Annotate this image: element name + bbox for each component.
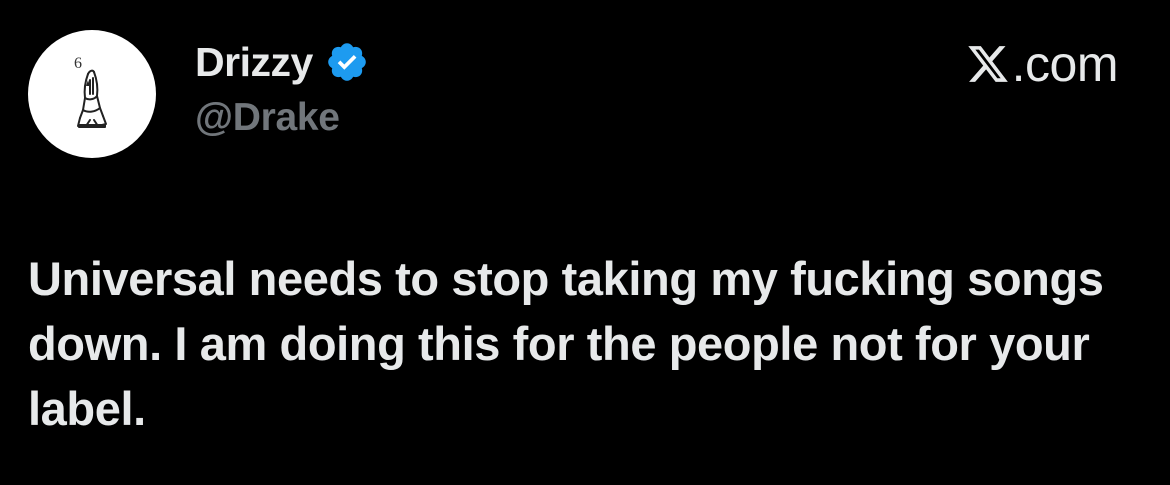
avatar-number: 6	[74, 55, 82, 72]
avatar[interactable]: 6	[28, 30, 156, 158]
verified-badge-icon[interactable]	[325, 40, 369, 84]
author-handle[interactable]: @Drake	[195, 96, 340, 140]
site-domain-text: .com	[1011, 36, 1119, 92]
display-name[interactable]: Drizzy	[195, 39, 313, 86]
site-label: .com	[966, 36, 1119, 92]
praying-hands-icon: 6	[74, 55, 107, 128]
tweet-body-text: Universal needs to stop taking my fuckin…	[28, 252, 1104, 435]
x-logo-icon	[966, 42, 1010, 86]
author-name-row: Drizzy	[195, 36, 369, 88]
tweet-card: 6 Drizzy @Drake .com Universal needs to …	[0, 0, 1170, 485]
